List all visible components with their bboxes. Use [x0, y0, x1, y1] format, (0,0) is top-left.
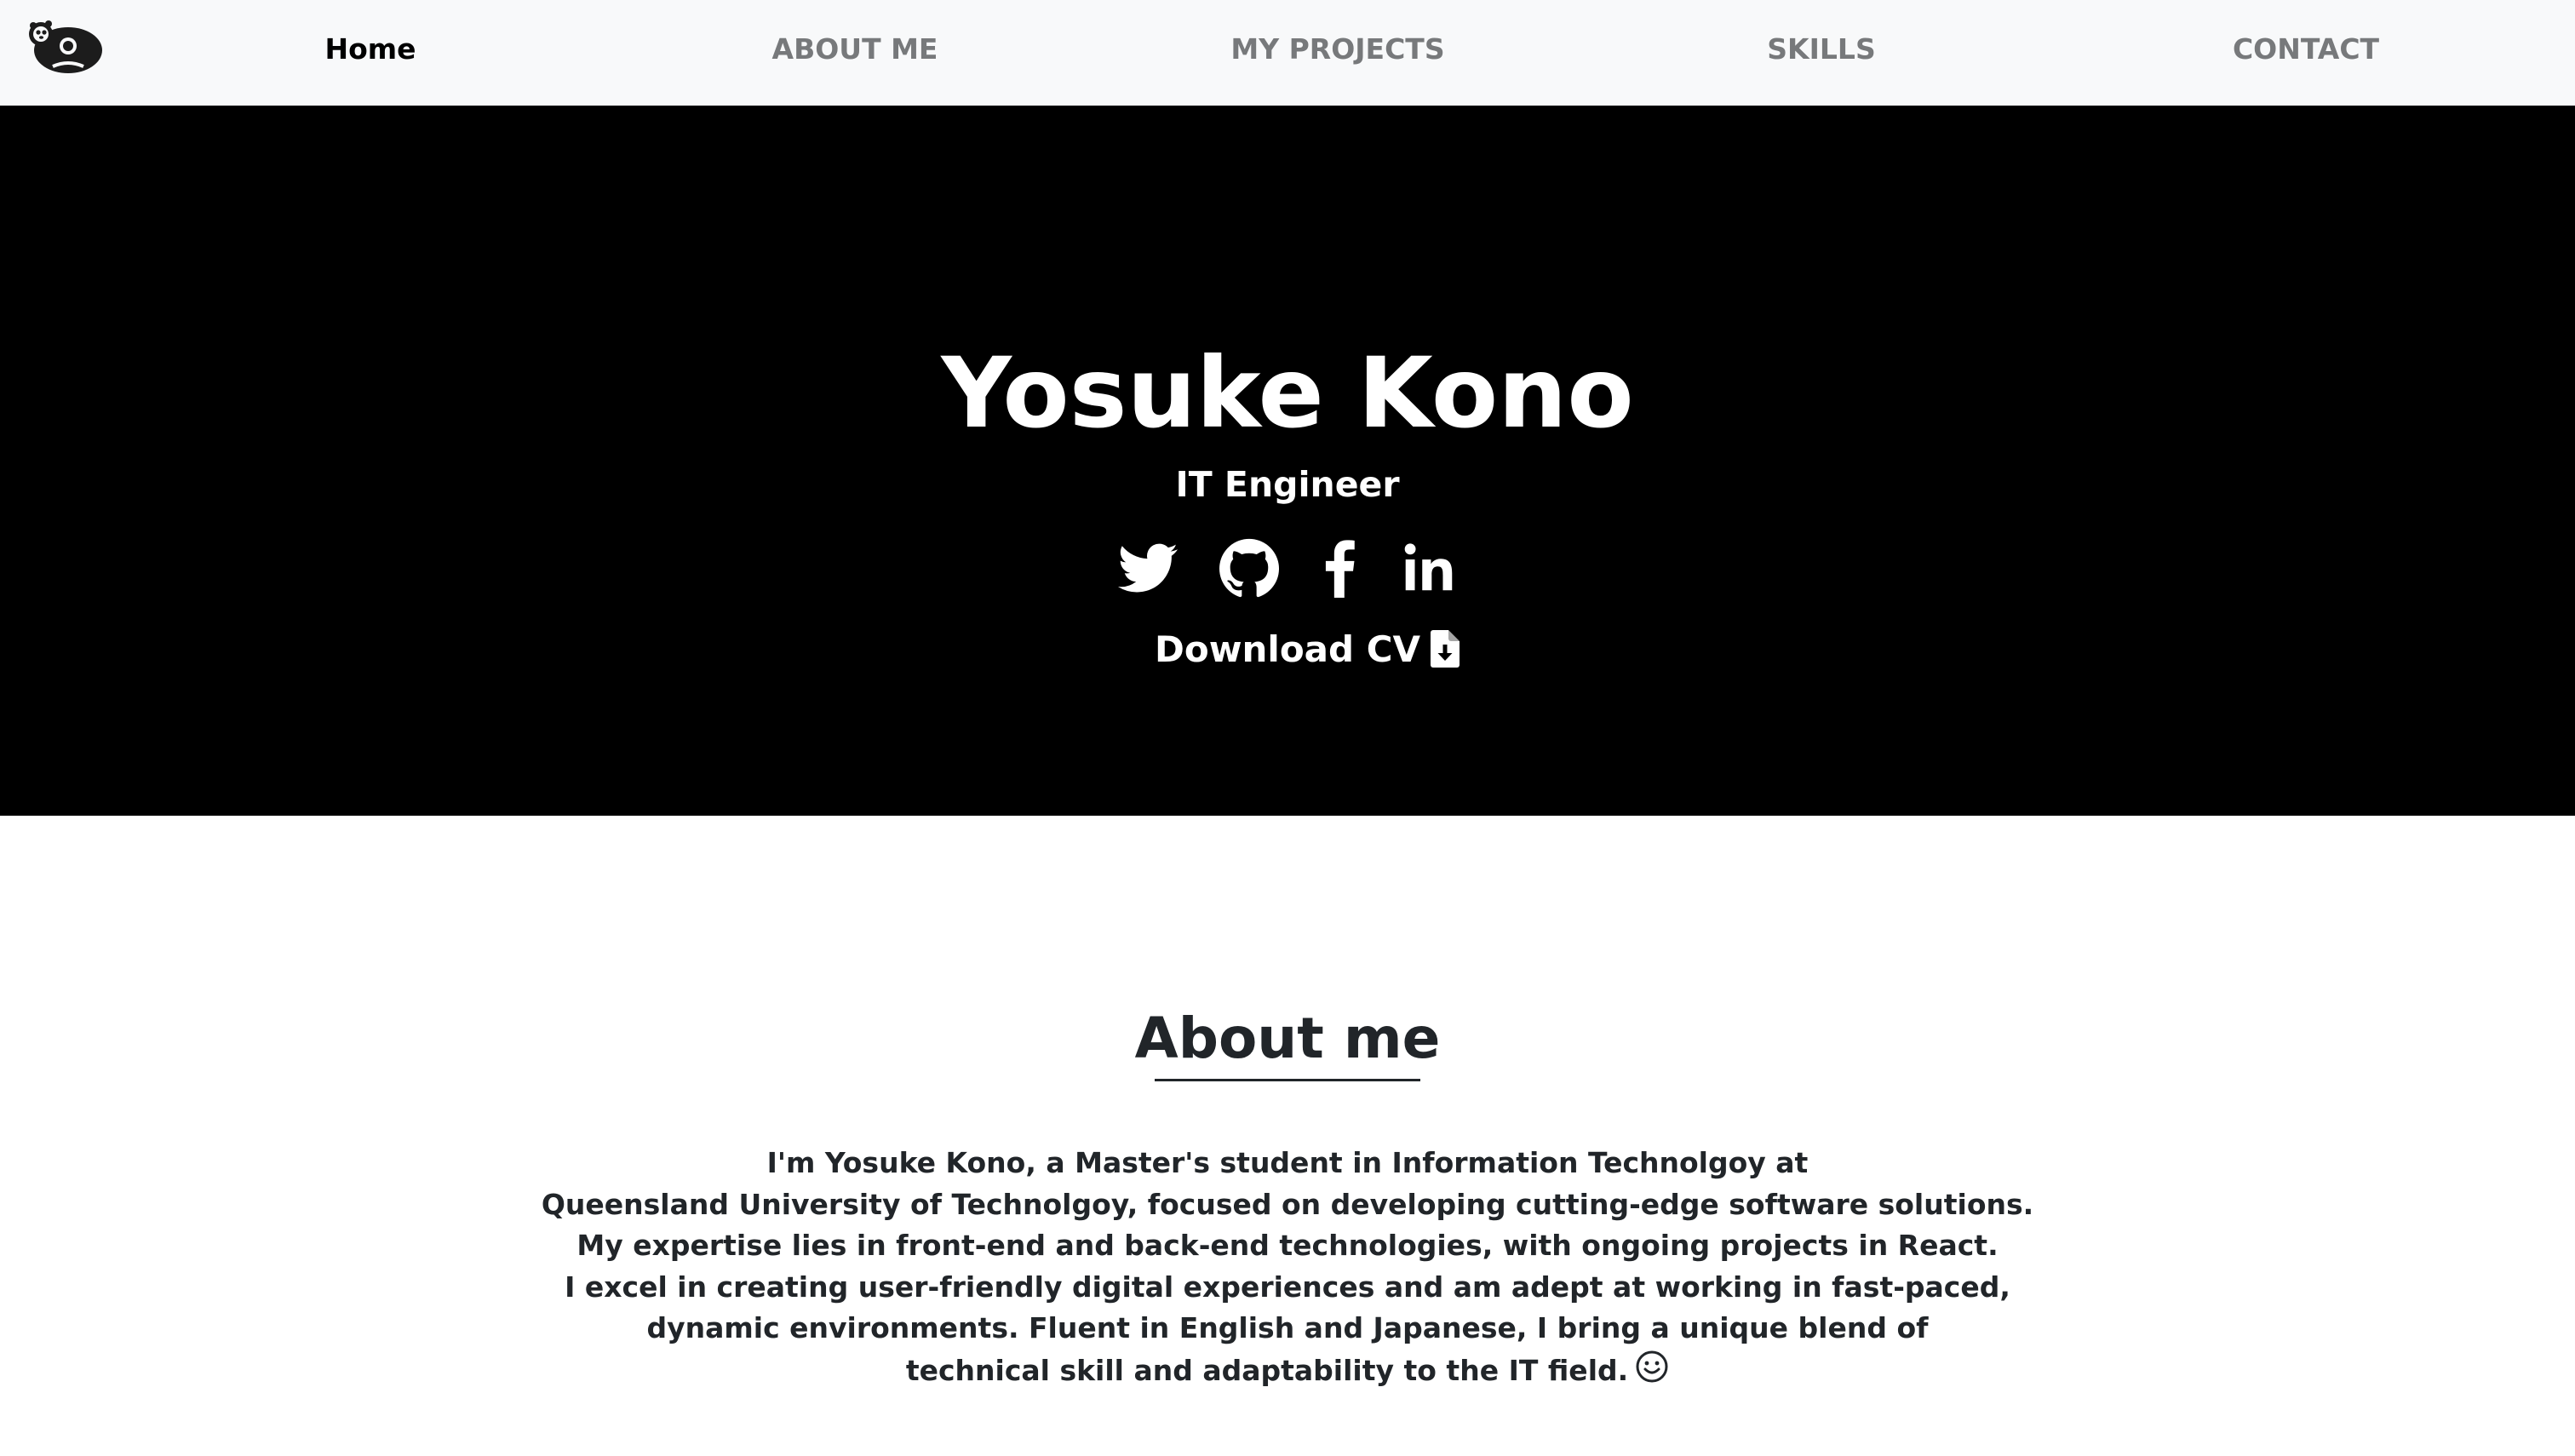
twitter-icon[interactable]: [1118, 538, 1178, 598]
about-line: I'm Yosuke Kono, a Master's student in I…: [766, 1146, 1809, 1179]
nav-about-me[interactable]: ABOUT ME: [772, 0, 938, 99]
about-paragraph: I'm Yosuke Kono, a Master's student in I…: [521, 1143, 2054, 1391]
hero-section: Yosuke Kono IT Engineer Download CV: [0, 106, 2575, 816]
github-icon[interactable]: [1219, 538, 1279, 598]
about-line-text: technical skill and adaptability to the …: [905, 1353, 1629, 1387]
about-line: Queensland University of Technolgoy, foc…: [541, 1187, 2034, 1221]
nav-contact[interactable]: CONTACT: [2233, 0, 2379, 99]
about-title-underline: [1155, 1079, 1420, 1081]
download-cv-label: Download CV: [1155, 628, 1421, 670]
otter-logo-icon[interactable]: [27, 19, 104, 75]
about-line: dynamic environments. Fluent in English …: [646, 1311, 1929, 1344]
linkedin-icon[interactable]: [1400, 538, 1460, 598]
about-line: My expertise lies in front-end and back-…: [576, 1229, 1999, 1262]
navbar: Home ABOUT ME MY PROJECTS SKILLS CONTACT: [0, 0, 2575, 106]
smiley-icon: [1636, 1350, 1668, 1382]
nav-my-projects[interactable]: MY PROJECTS: [1230, 0, 1444, 99]
hero-name: Yosuke Kono: [941, 336, 1634, 450]
file-download-icon: [1431, 630, 1460, 668]
about-line-last: technical skill and adaptability to the …: [521, 1350, 2054, 1392]
nav-home[interactable]: Home: [324, 0, 416, 99]
about-line: I excel in creating user-friendly digita…: [565, 1270, 2010, 1304]
hero-subtitle: IT Engineer: [1175, 464, 1400, 505]
download-cv-button[interactable]: Download CV: [1155, 623, 1460, 674]
facebook-icon[interactable]: [1311, 538, 1371, 598]
about-title: About me: [1134, 1006, 1441, 1071]
nav-skills[interactable]: SKILLS: [1767, 0, 1875, 99]
